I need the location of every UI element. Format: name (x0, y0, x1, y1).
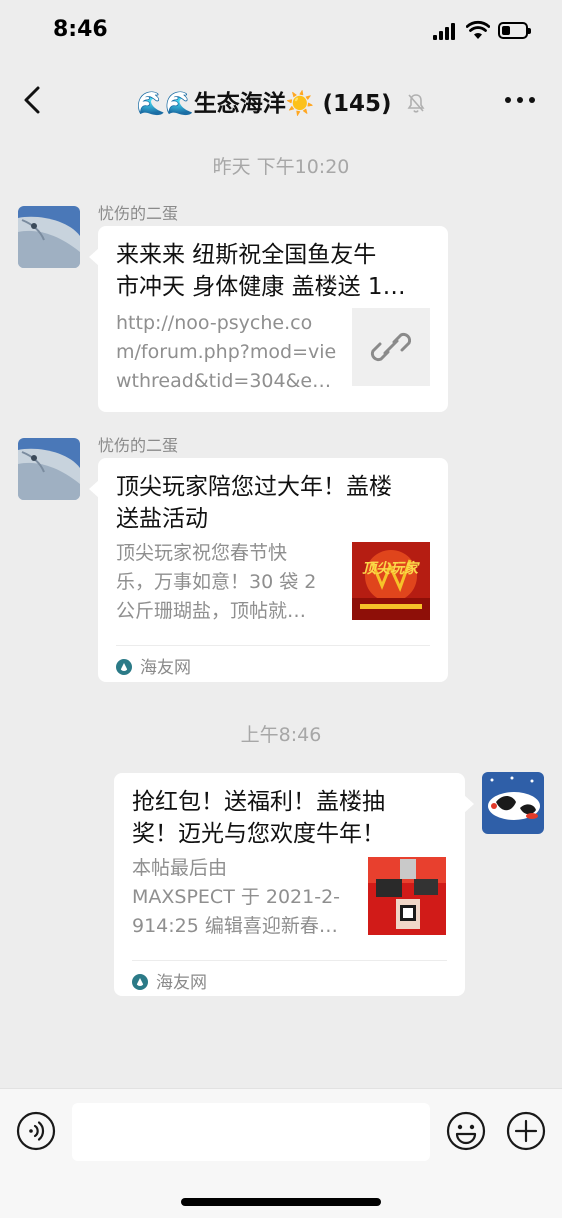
source-name: 海友网 (156, 973, 207, 993)
article-thumbnail (368, 857, 446, 935)
status-bar: 8:46 (0, 0, 562, 60)
card-desc-line: 公斤珊瑚盐，顶帖就… (116, 600, 307, 622)
voice-input-icon[interactable] (16, 1111, 56, 1151)
card-desc-line: m/forum.php?mod=vie (116, 341, 337, 363)
timestamp: 昨天 下午10:20 (212, 156, 350, 178)
link-icon (370, 332, 412, 362)
thumbnail-logo-text: 顶尖玩家 (362, 561, 418, 577)
link-thumbnail (352, 308, 430, 386)
article-thumbnail: 顶尖玩家 (352, 542, 430, 620)
own-avatar[interactable] (482, 772, 544, 834)
title-text: 生态海洋 (193, 91, 286, 117)
card-desc-line: MAXSPECT 于 2021-2- (132, 886, 341, 908)
card-source: 海友网 (116, 653, 191, 678)
card-desc-line: wthread&tid=304&e… (116, 370, 332, 392)
nav-bar: 🌊🌊生态海洋☀️ (145) (0, 60, 562, 140)
card-source: 海友网 (132, 968, 207, 993)
card-desc-line: 顶尖玩家祝您春节快 (116, 542, 288, 564)
card-title-line: 送盐活动 (116, 506, 208, 532)
sender-name: 忧伤的二蛋 (98, 204, 179, 223)
sender-name: 忧伤的二蛋 (98, 436, 179, 455)
title-wave-emoji: 🌊🌊 (136, 91, 194, 117)
card-title-line: 顶尖玩家陪您过大年！盖楼 (116, 474, 392, 500)
card-desc-line: 914:25 编辑喜迎新春… (132, 915, 338, 937)
mute-bell-icon (407, 94, 424, 113)
link-card[interactable]: 抢红包！送福利！盖楼抽 奖！迈光与您欢度牛年！ 本帖最后由 MAXSPECT 于… (114, 773, 474, 996)
emoji-icon[interactable] (446, 1111, 486, 1151)
avatar[interactable] (18, 438, 80, 500)
card-desc-line: 乐，万事如意！30 袋 2 (116, 571, 317, 593)
card-title-line: 来来来 纽斯祝全国鱼友牛 (116, 242, 377, 268)
wifi-icon (466, 20, 490, 39)
avatar[interactable] (18, 206, 80, 268)
title-sun-emoji: ☀️ (285, 91, 315, 117)
link-card[interactable]: 顶尖玩家陪您过大年！盖楼 送盐活动 顶尖玩家祝您春节快 乐，万事如意！30 袋 … (89, 458, 448, 682)
card-desc-line: http://noo-psyche.co (116, 312, 313, 334)
source-logo-icon (132, 974, 148, 990)
member-count: (145) (322, 91, 392, 117)
link-card[interactable]: 来来来 纽斯祝全国鱼友牛 市冲天 身体健康 盖楼送 1… http://noo-… (89, 226, 448, 412)
card-divider (132, 960, 447, 961)
more-options-icon[interactable] (504, 96, 536, 104)
add-icon[interactable] (506, 1111, 546, 1151)
source-name: 海友网 (140, 658, 191, 678)
source-logo-icon (116, 659, 132, 675)
card-desc-line: 本帖最后由 (132, 857, 228, 879)
status-time: 8:46 (53, 17, 108, 42)
battery-icon (498, 22, 531, 39)
home-indicator[interactable] (181, 1198, 381, 1206)
timestamp: 上午8:46 (240, 724, 322, 746)
card-title-line: 抢红包！送福利！盖楼抽 (132, 789, 385, 815)
chat-title: 🌊🌊生态海洋☀️ (145) (0, 84, 562, 118)
cellular-signal-icon (433, 22, 459, 40)
message-input[interactable] (72, 1103, 430, 1161)
card-divider (116, 645, 430, 646)
card-title-line: 市冲天 身体健康 盖楼送 1… (116, 274, 406, 300)
card-title-line: 奖！迈光与您欢度牛年！ (132, 821, 385, 847)
